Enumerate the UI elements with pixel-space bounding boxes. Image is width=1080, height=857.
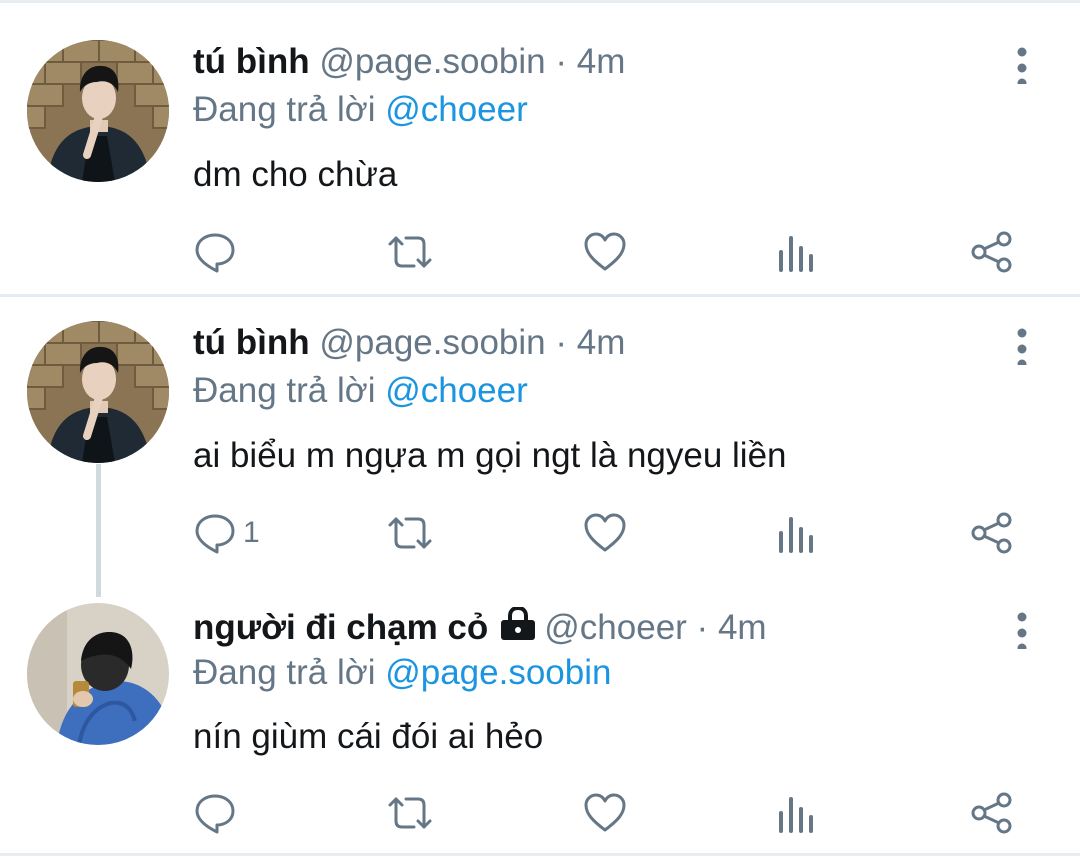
tweet-header: tú bình @page.soobin · 4m bbox=[193, 40, 625, 84]
share-icon bbox=[971, 792, 1012, 834]
share-button[interactable] bbox=[970, 228, 1014, 276]
tweet-header: tú bình @page.soobin · 4m bbox=[193, 321, 625, 365]
top-divider bbox=[0, 0, 1080, 3]
mention-link[interactable]: @choeer bbox=[385, 90, 528, 129]
retweet-button[interactable] bbox=[386, 228, 434, 276]
reply-count: 1 bbox=[243, 516, 260, 549]
heart-icon bbox=[584, 232, 626, 271]
reply-button[interactable] bbox=[193, 789, 243, 837]
replying-to: Đang trả lời @choeer bbox=[193, 88, 528, 132]
analytics-icon bbox=[779, 797, 813, 833]
tweet-divider bbox=[0, 294, 1080, 297]
display-name[interactable]: người đi chạm cỏ bbox=[193, 608, 488, 647]
separator-dot: · bbox=[555, 323, 568, 362]
stats-button[interactable] bbox=[778, 228, 814, 276]
timestamp[interactable]: 4m bbox=[577, 323, 626, 362]
separator-dot: · bbox=[555, 42, 568, 81]
share-icon bbox=[971, 512, 1012, 554]
stats-button[interactable] bbox=[778, 509, 814, 557]
share-icon bbox=[971, 231, 1012, 273]
avatar[interactable] bbox=[27, 603, 169, 745]
retweet-button[interactable] bbox=[386, 509, 434, 557]
more-vertical-icon[interactable] bbox=[1012, 325, 1032, 365]
retweet-button[interactable] bbox=[386, 789, 434, 837]
heart-icon bbox=[584, 513, 626, 552]
analytics-icon bbox=[779, 236, 813, 272]
display-name[interactable]: tú bình bbox=[193, 42, 310, 81]
replying-to-label: Đang trả lời bbox=[193, 653, 376, 692]
mention-link[interactable]: @choeer bbox=[385, 371, 528, 410]
timestamp[interactable]: 4m bbox=[718, 608, 767, 647]
avatar-image bbox=[27, 321, 169, 463]
avatar-image bbox=[27, 603, 169, 745]
comment-bubble-icon bbox=[195, 233, 235, 273]
more-vertical-icon[interactable] bbox=[1012, 44, 1032, 84]
action-bar bbox=[193, 228, 1033, 276]
timestamp[interactable]: 4m bbox=[577, 42, 626, 81]
user-handle[interactable]: @page.soobin bbox=[319, 323, 545, 362]
like-button[interactable] bbox=[583, 228, 627, 276]
tweet-divider bbox=[0, 853, 1080, 856]
user-handle[interactable]: @page.soobin bbox=[319, 42, 545, 81]
more-vertical-icon[interactable] bbox=[1012, 609, 1032, 649]
avatar[interactable] bbox=[27, 321, 169, 463]
action-bar bbox=[193, 789, 1033, 837]
retweet-icon bbox=[388, 236, 432, 268]
heart-icon bbox=[584, 793, 626, 832]
tweet-text: ai biểu m ngựa m gọi ngt là ngyeu liền bbox=[193, 436, 787, 475]
comment-bubble-icon bbox=[195, 794, 235, 834]
like-button[interactable] bbox=[583, 509, 627, 557]
tweet-header: người đi chạm cỏ @choeer · 4m bbox=[193, 606, 767, 650]
action-bar: 1 bbox=[193, 509, 1033, 557]
replying-to: Đang trả lời @page.soobin bbox=[193, 651, 611, 695]
reply-button[interactable]: 1 bbox=[193, 509, 260, 557]
stats-button[interactable] bbox=[778, 789, 814, 837]
retweet-icon bbox=[388, 797, 432, 829]
replying-to-label: Đang trả lời bbox=[193, 90, 376, 129]
tweet-text: dm cho chừa bbox=[193, 155, 398, 194]
retweet-icon bbox=[388, 517, 432, 549]
user-handle[interactable]: @choeer bbox=[544, 608, 687, 647]
replying-to: Đang trả lời @choeer bbox=[193, 369, 528, 413]
share-button[interactable] bbox=[970, 509, 1014, 557]
comment-bubble-icon bbox=[195, 514, 235, 554]
separator-dot: · bbox=[696, 608, 709, 647]
replying-to-label: Đang trả lời bbox=[193, 371, 376, 410]
display-name[interactable]: tú bình bbox=[193, 323, 310, 362]
tweet-text: nín giùm cái đói ai hẻo bbox=[193, 717, 544, 756]
reply-button[interactable] bbox=[193, 228, 243, 276]
share-button[interactable] bbox=[970, 789, 1014, 837]
mention-link[interactable]: @page.soobin bbox=[385, 653, 611, 692]
like-button[interactable] bbox=[583, 789, 627, 837]
analytics-icon bbox=[779, 517, 813, 553]
avatar[interactable] bbox=[27, 40, 169, 182]
lock-icon bbox=[501, 607, 536, 640]
avatar-image bbox=[27, 40, 169, 182]
thread-connector bbox=[96, 464, 101, 597]
